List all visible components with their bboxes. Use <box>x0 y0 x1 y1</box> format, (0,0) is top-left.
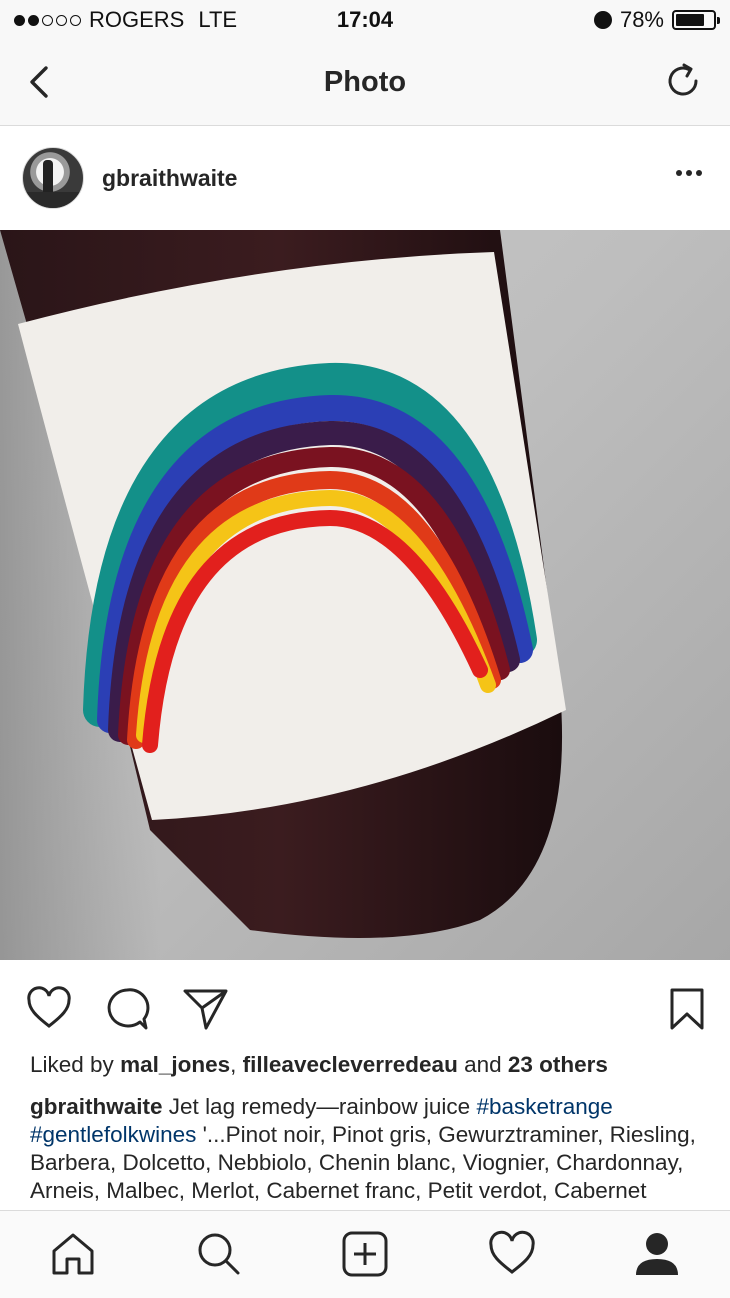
battery-icon <box>672 10 720 30</box>
activity-heart-icon[interactable] <box>487 1229 537 1279</box>
post-header: gbraithwaite <box>0 126 730 230</box>
comment-icon[interactable] <box>104 986 150 1032</box>
tab-bar <box>0 1210 730 1298</box>
bookmark-icon[interactable] <box>664 986 710 1032</box>
post-username[interactable]: gbraithwaite <box>102 165 237 192</box>
wine-bottle-photo <box>0 230 566 960</box>
status-right: 78% <box>593 7 720 33</box>
likes-others[interactable]: 23 others <box>508 1052 608 1077</box>
refresh-icon[interactable] <box>662 60 704 102</box>
hashtag-gentlefolkwines[interactable]: #gentlefolkwines <box>30 1122 196 1147</box>
liker-1[interactable]: mal_jones <box>120 1052 230 1077</box>
status-left: ROGERS LTE <box>14 7 594 33</box>
more-horizontal-icon[interactable] <box>676 170 702 176</box>
network-type: LTE <box>198 7 238 32</box>
post-actions <box>0 960 730 1052</box>
caption-username[interactable]: gbraithwaite <box>30 1094 163 1119</box>
likes-prefix: Liked by <box>30 1052 114 1077</box>
page-title: Photo <box>323 66 407 98</box>
likes-line: Liked by mal_jones, filleavecleverredeau… <box>30 1052 710 1078</box>
alarm-icon <box>593 11 612 29</box>
heart-icon[interactable] <box>26 986 72 1032</box>
post-caption: gbraithwaite Jet lag remedy—rainbow juic… <box>30 1093 710 1211</box>
signal-strength-icon <box>14 14 81 26</box>
avatar[interactable] <box>22 147 84 209</box>
navigation-bar: Photo <box>0 40 730 126</box>
status-bar: ROGERS LTE 17:04 78% <box>0 0 730 40</box>
carrier-name: ROGERS <box>89 7 185 32</box>
liker-2[interactable]: filleavecleverredeau <box>243 1052 458 1077</box>
caption-text-1: Jet lag remedy—rainbow juice <box>168 1094 471 1119</box>
post-photo[interactable] <box>0 230 730 960</box>
chevron-left-icon[interactable] <box>22 62 62 102</box>
hashtag-basketrange[interactable]: #basketrange <box>476 1094 612 1119</box>
plus-square-icon[interactable] <box>340 1229 390 1279</box>
likes-separator: , <box>230 1052 237 1077</box>
send-icon[interactable] <box>182 986 228 1032</box>
home-icon[interactable] <box>48 1229 98 1279</box>
battery-percentage: 78% <box>619 7 664 32</box>
profile-icon[interactable] <box>632 1229 682 1279</box>
likes-connector: and <box>464 1052 502 1077</box>
search-icon[interactable] <box>193 1229 243 1279</box>
